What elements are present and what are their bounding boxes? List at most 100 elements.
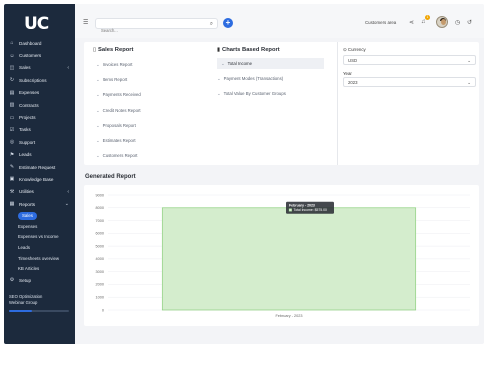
y-tick-label: 8000 xyxy=(96,206,104,210)
sales-report-link[interactable]: ⌄ Estimates Report xyxy=(96,138,136,144)
sidebar-item-knowledge-base[interactable]: ▣ Knowledge Base xyxy=(4,173,75,185)
sidebar-item-sales[interactable]: ◫ Sales ‹ xyxy=(4,62,75,74)
chart-report-link[interactable]: ⌄ Total Income xyxy=(217,58,324,69)
tooltip-swatch xyxy=(288,208,292,212)
chevron-icon: ⌄ xyxy=(64,201,69,208)
sidebar-item-reports[interactable]: ▦ Reports ⌄ xyxy=(4,198,75,210)
notification-badge: 1 xyxy=(425,15,430,20)
share-icon[interactable]: ⋖ xyxy=(409,19,414,26)
book-icon: ▣ xyxy=(9,176,15,183)
chart-icon: ▦ xyxy=(9,201,15,208)
seo-progress-bar xyxy=(9,310,69,312)
y-tick-label: 0 xyxy=(102,308,104,312)
sidebar-item-utilities[interactable]: ⚒ Utilities ‹ xyxy=(4,186,75,198)
user-avatar[interactable] xyxy=(436,16,448,28)
customers-area-link[interactable]: Customers area xyxy=(365,20,396,25)
generated-report-title: Generated Report xyxy=(85,174,136,180)
bar-chart-icon: ▮ xyxy=(217,47,221,53)
sidebar-item-leads[interactable]: ⚑ Leads xyxy=(4,149,75,161)
sidebar-item-setup[interactable]: ⚙ Setup xyxy=(4,274,75,286)
charts-report-title: ▮ Charts Based Report xyxy=(217,47,280,53)
quick-create-button[interactable]: + xyxy=(223,18,233,28)
sales-report-link[interactable]: ⌄ Items Report xyxy=(96,77,127,83)
chevron-down-icon: ⌄ xyxy=(217,91,221,96)
sidebar-subitem-label: KB Articles xyxy=(18,266,40,272)
y-tick-label: 3000 xyxy=(96,270,104,274)
reports-panel: ▯ Sales Report ⌄ Invoices Report ⌄ Items Rep… xyxy=(84,42,479,165)
sidebar-item-label: Contracts xyxy=(19,102,39,108)
sidebar-item-label: Setup xyxy=(19,277,32,283)
chart-report-link[interactable]: ⌄ Payment Modes (Transactions) xyxy=(217,76,283,82)
y-tick-label: 4000 xyxy=(96,257,104,261)
sales-report-link[interactable]: ⌄ Payments Received xyxy=(96,92,141,98)
tooltip-value: Total Income: $575.00 xyxy=(294,208,327,212)
sales-report-title: ▯ Sales Report xyxy=(93,47,134,53)
sidebar-subitem-sales[interactable]: Sales xyxy=(4,210,75,221)
sidebar-subitem-expenses-vs-income[interactable]: Expenses vs Income xyxy=(4,232,75,243)
year-label: Year xyxy=(343,71,352,76)
seo-subtitle: Webinar Group xyxy=(9,299,38,305)
sidebar-item-dashboard[interactable]: ⌂ Dashboard xyxy=(4,37,75,49)
sidebar-item-label: Knowledge Base xyxy=(19,176,54,182)
sidebar-item-label: Dashboard xyxy=(19,40,42,46)
sidebar-item-label: Sales xyxy=(19,65,31,71)
sales-report-link[interactable]: ⌄ Invoices Report xyxy=(96,62,132,68)
chart-report-link[interactable]: ⌄ Total Value By Customer Groups xyxy=(217,91,286,97)
sidebar-item-projects[interactable]: ▭ Projects xyxy=(4,111,75,123)
chevron-down-icon: ⌄ xyxy=(96,62,100,67)
sidebar-item-tasks[interactable]: ☑ Tasks xyxy=(4,124,75,136)
cart-icon: ◫ xyxy=(9,64,15,71)
sidebar-item-subscriptions[interactable]: ↻ Subscriptions xyxy=(4,74,75,86)
sales-report-link[interactable]: ⌄ Credit Notes Report xyxy=(96,108,141,114)
notification-bell-icon[interactable]: ♫ xyxy=(421,19,426,25)
search-input[interactable] xyxy=(96,25,196,36)
seo-group[interactable]: SEO Optimization Webinar Group xyxy=(9,294,42,305)
sidebar-subitem-leads[interactable]: Leads xyxy=(4,242,75,253)
sidebar-nav: ⌂ Dashboard ☺ Customers ◫ Sales ‹ ↻ Subscription… xyxy=(4,37,75,286)
topbar: ☰ ⌕ + Customers area ⋖ ♫ 1 ◷ ↺ xyxy=(75,4,484,38)
income-chart: 0 1000 2000 3000 4000 5000 6000 7000 8000 9000 Feb… xyxy=(96,193,470,318)
sidebar-item-expenses[interactable]: ▤ Expenses xyxy=(4,87,75,99)
sidebar-item-contracts[interactable]: ▥ Contracts xyxy=(4,99,75,111)
sidebar-subitem-label: Timesheets overview xyxy=(18,255,60,261)
y-tick-label: 5000 xyxy=(96,244,104,248)
chevron-down-icon: ⌄ xyxy=(96,92,100,98)
request-icon: ✎ xyxy=(9,164,15,171)
chevron-icon: ‹ xyxy=(67,64,69,71)
sidebar-subitem-timesheets-overview[interactable]: Timesheets overview xyxy=(4,253,75,264)
sidebar-item-label: Projects xyxy=(19,115,36,121)
currency-select[interactable]: USD ⌄ xyxy=(343,55,476,65)
contract-icon: ▥ xyxy=(9,102,15,109)
chevron-down-icon: ⌄ xyxy=(217,76,221,81)
search-icon[interactable]: ⌕ xyxy=(210,21,213,28)
history-icon[interactable]: ↺ xyxy=(467,19,472,26)
gear-icon: ⚙ xyxy=(9,277,15,284)
divider xyxy=(337,42,338,165)
y-tick-label: 9000 xyxy=(96,193,104,197)
bar xyxy=(161,207,417,311)
sidebar-item-customers[interactable]: ☺ Customers xyxy=(4,49,75,61)
sidebar-item-label: Utilities xyxy=(19,189,34,195)
sidebar-item-estimate-request[interactable]: ✎ Estimate Request xyxy=(4,161,75,173)
chevron-down-icon: ⌄ xyxy=(221,61,225,66)
app-window: UC ⌂ Dashboard ☺ Customers ◫ Sales ‹ ↻ Subscript… xyxy=(4,4,484,344)
sidebar-item-support[interactable]: ◎ Support xyxy=(4,136,75,148)
sidebar-subitem-expenses[interactable]: Expenses xyxy=(4,221,75,232)
chevron-down-icon: ⌄ xyxy=(96,138,100,143)
menu-toggle-icon[interactable]: ☰ xyxy=(83,19,88,26)
sidebar-item-label: Tasks xyxy=(19,127,31,133)
tooltip-title: February - 2023 xyxy=(289,203,315,207)
chevron-icon: ‹ xyxy=(67,188,69,195)
sales-report-link[interactable]: ⌄ Proposals Report xyxy=(96,123,136,129)
file-icon: ▯ xyxy=(93,47,97,53)
sales-report-link[interactable]: ⌄ Customers Report xyxy=(96,153,137,159)
timer-icon[interactable]: ◷ xyxy=(455,19,460,26)
year-select[interactable]: 2023 ⌄ xyxy=(343,77,476,87)
sidebar: UC ⌂ Dashboard ☺ Customers ◫ Sales ‹ ↻ Subscript… xyxy=(4,4,75,344)
logo[interactable]: UC xyxy=(24,14,54,34)
chevron-down-icon: ⌄ xyxy=(96,77,100,83)
support-icon: ◎ xyxy=(9,139,15,146)
sidebar-item-label: Reports xyxy=(19,201,36,207)
sidebar-subitem-kb-articles[interactable]: KB Articles xyxy=(4,263,75,274)
home-icon: ⌂ xyxy=(10,40,14,47)
